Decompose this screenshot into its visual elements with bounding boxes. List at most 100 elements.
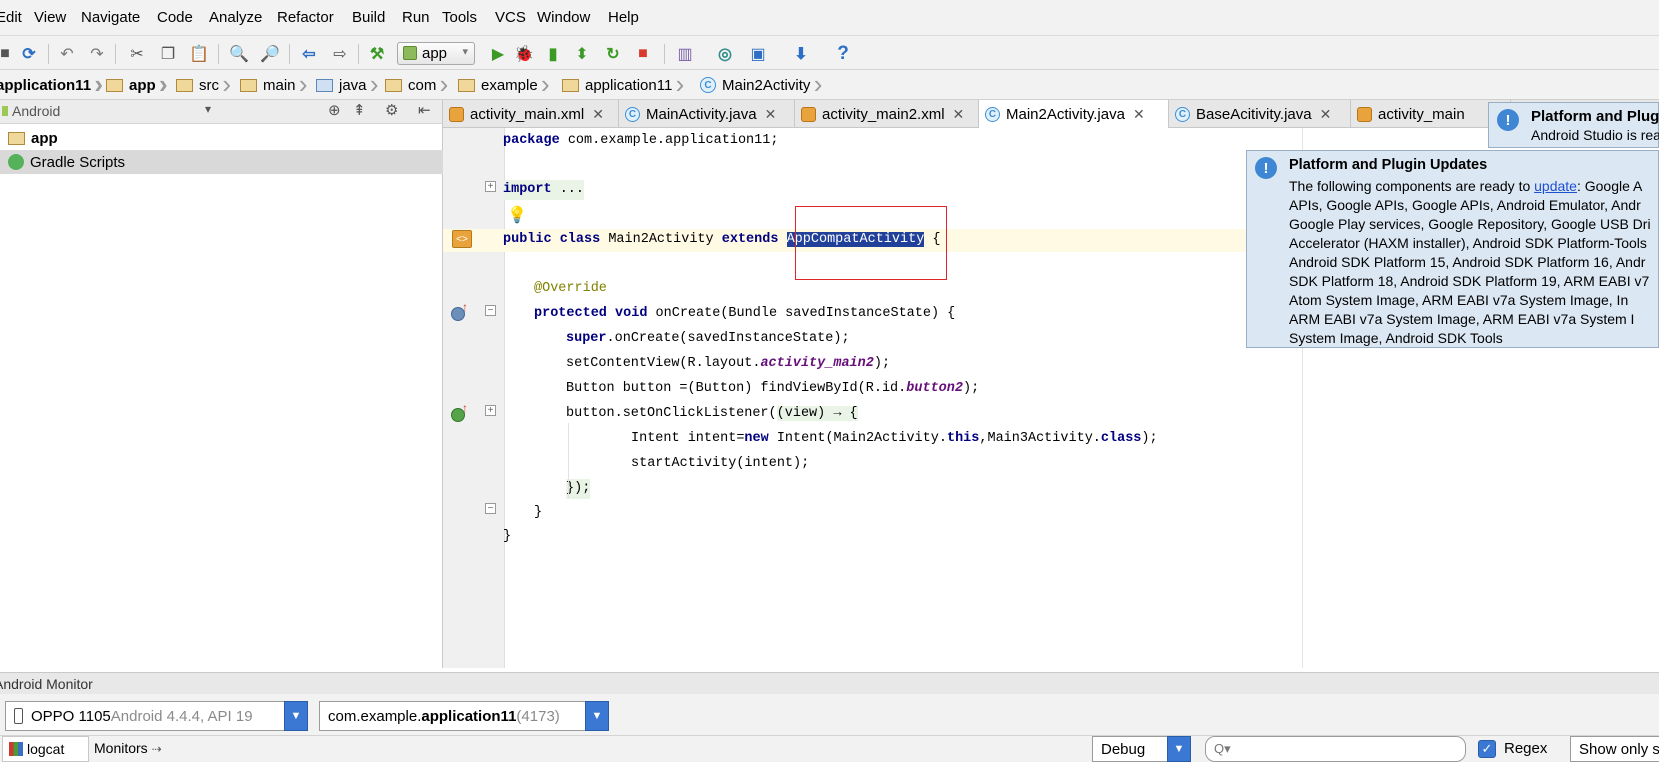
sync-icon[interactable]: ⟳ <box>18 43 40 65</box>
fold-collapse-icon[interactable]: − <box>485 305 496 316</box>
breadcrumb-example[interactable]: example › <box>458 70 550 100</box>
indent-guide <box>568 423 569 498</box>
chevron-down-icon[interactable]: ▼ <box>284 701 308 731</box>
paste-icon[interactable]: 📋 <box>188 43 210 65</box>
log-level-select[interactable]: Debug ▼ <box>1092 736 1191 762</box>
breadcrumb-src[interactable]: src › <box>176 70 231 100</box>
notification-balloon-small[interactable]: ! Platform and Plug Android Studio is re… <box>1488 102 1659 148</box>
copy-icon[interactable]: ❐ <box>157 43 179 65</box>
xml-file-icon <box>449 106 464 122</box>
close-icon[interactable]: ✕ <box>592 106 604 123</box>
save-all-icon[interactable]: ■ <box>0 43 16 65</box>
fold-collapse-icon[interactable]: − <box>485 503 496 514</box>
menu-run[interactable]: Run <box>402 9 430 26</box>
hide-panel-icon[interactable]: ⇤ <box>418 101 431 119</box>
log-search-input[interactable]: Q▾ <box>1205 736 1466 762</box>
close-icon[interactable]: ✕ <box>1133 106 1145 123</box>
project-view-mode-select[interactable]: Android <box>12 103 60 119</box>
editor-gutter <box>443 128 505 668</box>
folder-icon <box>176 78 193 92</box>
project-structure-icon[interactable]: ▣ <box>747 43 769 65</box>
menu-analyze[interactable]: Analyze <box>209 9 262 26</box>
filter-select[interactable]: Show only s <box>1570 736 1659 762</box>
debug-icon[interactable]: 🐞 <box>513 43 535 65</box>
code-line: @Override <box>534 281 607 296</box>
chevron-down-icon[interactable]: ▼ <box>1167 736 1191 762</box>
tab-baseacitivity-java[interactable]: C BaseAcitivity.java ✕ <box>1169 100 1351 128</box>
collapse-all-icon[interactable]: ⇞ <box>353 101 366 119</box>
close-icon[interactable]: ✕ <box>765 106 777 123</box>
redo-icon[interactable]: ↷ <box>86 43 108 65</box>
tab-monitors[interactable]: Monitors ⇢ <box>94 740 162 756</box>
tree-item-gradle-scripts[interactable]: Gradle Scripts <box>0 150 443 174</box>
close-icon[interactable]: ✕ <box>953 106 965 123</box>
cut-icon[interactable]: ✂ <box>126 43 148 65</box>
tab-activity-main-xml[interactable]: activity_main.xml ✕ <box>443 100 619 128</box>
profile-icon[interactable]: ▮ <box>542 43 564 65</box>
android-app-icon <box>403 46 417 60</box>
process-select[interactable]: com.example. application11 (4173) ▼ <box>319 701 609 731</box>
apply-changes-icon[interactable]: ↻ <box>602 43 624 65</box>
menu-navigate[interactable]: Navigate <box>81 9 140 26</box>
breadcrumb-app[interactable]: app › <box>106 70 168 100</box>
sdk-manager-icon[interactable]: ⬇ <box>790 43 812 65</box>
close-icon[interactable]: ✕ <box>1320 106 1332 123</box>
stop-icon[interactable]: ■ <box>632 43 654 65</box>
menu-refactor[interactable]: Refactor <box>277 9 334 26</box>
breadcrumb-application11[interactable]: application11 › <box>562 70 684 100</box>
gear-icon[interactable]: ⚙ <box>385 101 398 119</box>
notification-balloon[interactable]: ! Platform and Plugin Updates The follow… <box>1246 150 1659 348</box>
device-select[interactable]: OPPO 1105 Android 4.4.4, API 19 ▼ <box>5 701 308 731</box>
tab-logcat[interactable]: logcat <box>2 736 89 762</box>
regex-checkbox[interactable]: ✓ <box>1478 740 1496 758</box>
fold-expand-icon[interactable]: + <box>485 405 496 416</box>
tab-activity-main2-xml[interactable]: activity_main2.xml ✕ <box>795 100 979 128</box>
forward-icon[interactable]: ⇨ <box>329 43 351 65</box>
move-icon: ⇢ <box>151 742 162 756</box>
replace-icon[interactable]: 🔎 <box>259 43 281 65</box>
xml-file-icon <box>1357 106 1372 122</box>
tree-item-app[interactable]: app <box>0 126 443 150</box>
tab-activity-main-overflow[interactable]: activity_main <box>1351 100 1511 128</box>
layout-file-icon[interactable]: <> <box>452 230 472 248</box>
run-config-select[interactable]: app ▾ <box>397 42 475 65</box>
tab-mainactivity-java[interactable]: C MainActivity.java ✕ <box>619 100 795 128</box>
menu-vcs[interactable]: VCS <box>495 9 526 26</box>
breadcrumb-com[interactable]: com › <box>385 70 448 100</box>
make-project-icon[interactable]: ⚒ <box>366 43 388 65</box>
update-link[interactable]: update <box>1534 178 1577 194</box>
code-line: setContentView(R.layout.activity_main2); <box>566 356 891 371</box>
breadcrumb-project[interactable]: application11 › <box>0 70 103 100</box>
menu-edit[interactable]: Edit <box>0 9 22 26</box>
lightbulb-icon[interactable]: 💡 <box>507 205 527 225</box>
menu-window[interactable]: Window <box>537 9 590 26</box>
menu-view[interactable]: View <box>34 9 66 26</box>
run-icon[interactable]: ▶ <box>487 43 509 65</box>
scroll-from-source-icon[interactable]: ⊕ <box>328 101 341 119</box>
phone-icon <box>14 708 23 724</box>
menu-tools[interactable]: Tools <box>442 9 477 26</box>
back-icon[interactable]: ⇦ <box>298 43 320 65</box>
logcat-bar: logcat Monitors ⇢ Debug ▼ Q▾ ✓ Regex Sho… <box>0 736 1659 762</box>
class-icon: C <box>700 77 716 93</box>
chevron-down-icon[interactable]: ▼ <box>585 701 609 731</box>
menu-help[interactable]: Help <box>608 9 639 26</box>
menu-code[interactable]: Code <box>157 9 193 26</box>
sync-gradle-icon[interactable]: ◎ <box>714 43 736 65</box>
tab-main2activity-java[interactable]: C Main2Activity.java ✕ <box>979 100 1169 128</box>
menu-build[interactable]: Build <box>352 9 385 26</box>
help-icon[interactable]: ? <box>832 43 854 65</box>
attach-debugger-icon[interactable]: ⬍ <box>571 43 593 65</box>
undo-icon[interactable]: ↶ <box>56 43 78 65</box>
avd-manager-icon[interactable]: ▥ <box>674 43 696 65</box>
fold-expand-icon[interactable]: + <box>485 181 496 192</box>
breadcrumb-java[interactable]: java › <box>316 70 379 100</box>
folder-icon <box>106 78 123 92</box>
project-view-header: Android ▾ ⊕ ⇞ ⚙ ⇤ <box>0 100 443 124</box>
chevron-down-icon[interactable]: ▾ <box>205 102 211 116</box>
find-icon[interactable]: 🔍 <box>228 43 250 65</box>
breadcrumb-main2activity[interactable]: C Main2Activity › <box>700 70 822 100</box>
package-icon <box>385 78 402 92</box>
breadcrumb-main[interactable]: main › <box>240 70 308 100</box>
run-config-label: app <box>422 45 448 62</box>
